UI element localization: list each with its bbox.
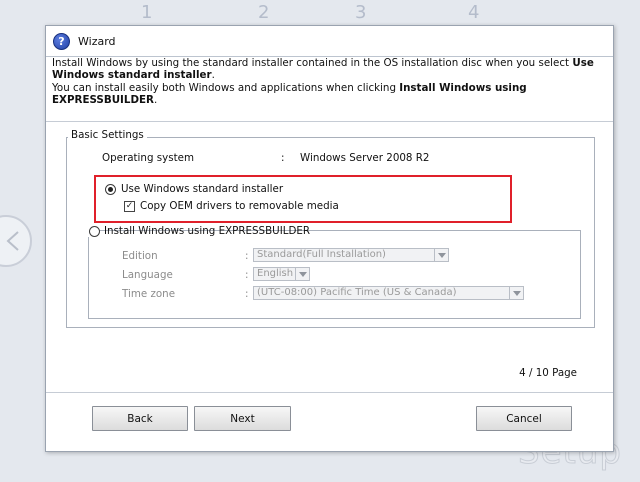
step-number-2: 2: [258, 2, 270, 23]
copy-oem-checkbox[interactable]: ✓: [124, 201, 135, 212]
intro-line2-prefix: You can install easily both Windows and …: [52, 81, 400, 94]
basic-settings-legend: Basic Settings: [68, 129, 147, 141]
divider: [46, 121, 613, 122]
edition-label: Edition: [122, 250, 158, 262]
page-indicator: 4 / 10 Page: [519, 367, 577, 379]
edition-colon: :: [245, 250, 249, 262]
intro-line1-prefix: Install Windows by using the standard in…: [52, 57, 573, 69]
wizard-window: ? Wizard Install Windows by using the st…: [45, 25, 614, 452]
copy-oem-label[interactable]: Copy OEM drivers to removable media: [140, 200, 339, 212]
standard-installer-label[interactable]: Use Windows standard installer: [121, 183, 283, 195]
os-value: Windows Server 2008 R2: [300, 152, 430, 164]
edition-select[interactable]: Standard(Full Installation): [253, 248, 449, 262]
chevron-down-icon: [434, 249, 448, 261]
os-label: Operating system: [102, 152, 194, 164]
os-colon: :: [281, 152, 285, 164]
timezone-value: (UTC-08:00) Pacific Time (US & Canada): [257, 287, 457, 298]
back-button[interactable]: Back: [92, 406, 188, 431]
intro-text: Install Windows by using the standard in…: [52, 57, 607, 107]
button-bar-divider: [46, 392, 613, 393]
intro-line1-suffix: .: [211, 69, 215, 82]
timezone-label: Time zone: [122, 288, 176, 300]
intro-line2-suffix: .: [153, 94, 158, 107]
help-icon[interactable]: ?: [53, 32, 70, 50]
expressbuilder-label[interactable]: Install Windows using EXPRESSBUILDER: [104, 225, 310, 237]
step-number-1: 1: [141, 2, 153, 23]
title-bar: ? Wizard: [46, 26, 613, 57]
chevron-down-icon: [295, 268, 309, 280]
background-step-indicators: 1 2 3 4: [0, 0, 640, 23]
window-title: Wizard: [78, 34, 116, 48]
language-value: English: [257, 268, 294, 279]
language-select[interactable]: English: [253, 267, 310, 281]
expressbuilder-radio[interactable]: [89, 226, 100, 237]
language-colon: :: [245, 269, 249, 281]
step-number-4: 4: [468, 2, 480, 23]
language-label: Language: [122, 269, 173, 281]
step-number-3: 3: [355, 2, 367, 23]
cancel-button[interactable]: Cancel: [476, 406, 572, 431]
chevron-down-icon: [509, 287, 523, 299]
edition-value: Standard(Full Installation): [257, 249, 386, 260]
previous-page-icon[interactable]: [0, 215, 32, 267]
standard-installer-radio[interactable]: [105, 184, 116, 195]
timezone-colon: :: [245, 288, 249, 300]
timezone-select[interactable]: (UTC-08:00) Pacific Time (US & Canada): [253, 286, 524, 300]
next-button[interactable]: Next: [194, 406, 291, 431]
